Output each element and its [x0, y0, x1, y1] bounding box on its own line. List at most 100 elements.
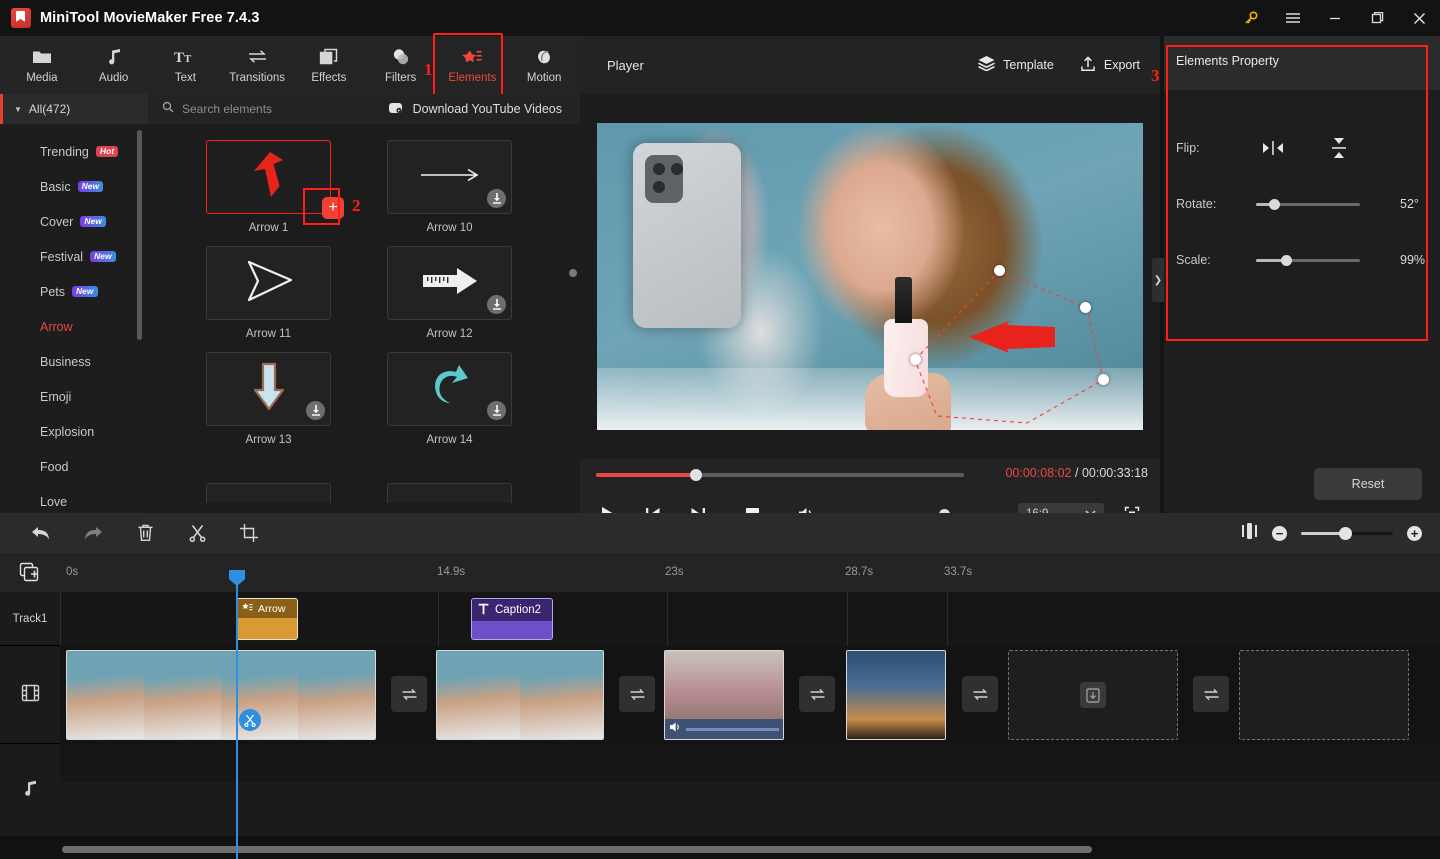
timeline-clip-arrow[interactable]: Arrow	[236, 598, 298, 640]
tab-effects[interactable]: Effects	[293, 38, 365, 92]
audio-track-header[interactable]	[0, 744, 60, 836]
transition-button[interactable]	[1193, 676, 1229, 712]
track1-header[interactable]: Track1	[0, 592, 60, 646]
element-thumbnail[interactable]	[387, 246, 512, 320]
redo-button[interactable]	[78, 518, 108, 548]
tab-elements[interactable]: Elements	[437, 38, 509, 92]
fit-timeline-icon[interactable]	[1241, 522, 1258, 544]
elements-scrollbar[interactable]	[569, 269, 577, 277]
selection-handle[interactable]	[1098, 374, 1109, 385]
element-thumbnail[interactable]	[206, 246, 331, 320]
undo-button[interactable]	[26, 518, 56, 548]
scale-slider-handle[interactable]	[1281, 254, 1292, 266]
minimize-icon[interactable]	[1314, 0, 1356, 36]
timeline-zoom-handle[interactable]	[1339, 526, 1352, 540]
video-preview[interactable]	[597, 123, 1143, 430]
category-item-explosion[interactable]: Explosion	[0, 414, 148, 449]
category-item-emoji[interactable]: Emoji	[0, 379, 148, 414]
media-placeholder[interactable]	[1008, 650, 1178, 740]
element-card-arrow-1[interactable]: + Arrow 1	[206, 140, 344, 234]
flip-vertical-icon[interactable]	[1328, 137, 1350, 159]
video-clip[interactable]	[664, 650, 784, 740]
element-thumbnail[interactable]	[387, 140, 512, 214]
element-thumbnail[interactable]	[206, 352, 331, 426]
hamburger-menu-icon[interactable]	[1272, 0, 1314, 36]
close-icon[interactable]	[1398, 0, 1440, 36]
maximize-icon[interactable]	[1356, 0, 1398, 36]
category-item-food[interactable]: Food	[0, 449, 148, 484]
category-item-business[interactable]: Business	[0, 344, 148, 379]
tab-audio[interactable]: Audio	[78, 38, 150, 92]
player-seek-bar[interactable]	[596, 469, 964, 481]
export-button[interactable]: Export	[1080, 55, 1140, 75]
download-element-button[interactable]	[306, 401, 325, 420]
reset-button[interactable]: Reset	[1314, 468, 1422, 500]
element-thumbnail[interactable]: +	[206, 140, 344, 219]
element-card-arrow-13[interactable]: Arrow 13	[206, 352, 331, 446]
audio-lane-lower[interactable]	[60, 782, 1440, 836]
transition-button[interactable]	[962, 676, 998, 712]
category-item-basic[interactable]: Basic New	[0, 169, 148, 204]
minus-icon[interactable]: −	[1272, 525, 1287, 541]
timeline-ruler[interactable]: 0s 14.9s 23s 28.7s 33.7s	[0, 553, 1440, 592]
timeline-zoom-slider[interactable]	[1301, 526, 1393, 540]
overlay-lane[interactable]: Arrow Caption2	[60, 592, 1440, 646]
download-element-button[interactable]	[487, 295, 506, 314]
element-card-arrow-14[interactable]: Arrow 14	[387, 352, 512, 446]
video-clip[interactable]	[66, 650, 376, 740]
timeline-horizontal-scrollbar[interactable]	[62, 846, 1092, 853]
rotate-slider-handle[interactable]	[1269, 198, 1280, 210]
category-scrollbar[interactable]	[137, 130, 142, 340]
tab-transitions[interactable]: Transitions	[221, 38, 293, 92]
element-card-arrow-11[interactable]: Arrow 11	[206, 246, 331, 340]
crop-button[interactable]	[234, 518, 264, 548]
add-track-icon[interactable]	[19, 562, 39, 587]
category-item-trending[interactable]: Trending Hot	[0, 134, 148, 169]
category-item-arrow[interactable]: Arrow	[0, 309, 148, 344]
media-placeholder[interactable]	[1239, 650, 1409, 740]
key-icon[interactable]	[1230, 0, 1272, 36]
download-element-button[interactable]	[487, 401, 506, 420]
video-clip[interactable]	[436, 650, 604, 740]
download-youtube-button[interactable]: Download YouTube Videos	[388, 102, 562, 117]
flip-horizontal-icon[interactable]	[1262, 137, 1284, 159]
video-clip[interactable]	[846, 650, 946, 740]
split-marker-icon[interactable]	[239, 709, 261, 731]
chevron-right-icon[interactable]: ❯	[1152, 258, 1164, 302]
tab-text[interactable]: TT Text	[150, 38, 222, 92]
element-card-arrow-10[interactable]: Arrow 10	[387, 140, 512, 234]
plus-icon[interactable]: +	[1407, 525, 1422, 541]
category-item-cover[interactable]: Cover New	[0, 204, 148, 239]
split-button[interactable]	[182, 518, 212, 548]
scale-slider[interactable]	[1256, 254, 1360, 266]
category-item-pets[interactable]: Pets New	[0, 274, 148, 309]
tab-media[interactable]: Media	[6, 38, 78, 92]
add-element-button[interactable]: +	[322, 197, 344, 219]
selection-handle[interactable]	[994, 265, 1005, 276]
timeline-playhead[interactable]	[229, 570, 245, 859]
video-track-header[interactable]	[0, 646, 60, 744]
element-thumbnail[interactable]	[387, 352, 512, 426]
delete-button[interactable]	[130, 518, 160, 548]
rotate-slider[interactable]	[1256, 198, 1360, 210]
element-thumbnail-partial[interactable]	[206, 483, 331, 503]
transition-button[interactable]	[391, 676, 427, 712]
search-input[interactable]: Search elements	[182, 102, 272, 116]
selection-handle[interactable]	[910, 354, 921, 365]
transition-button[interactable]	[799, 676, 835, 712]
download-element-button[interactable]	[487, 189, 506, 208]
audio-lane-upper[interactable]	[60, 744, 1440, 782]
selection-handle[interactable]	[1080, 302, 1091, 313]
video-lane[interactable]	[60, 646, 1440, 744]
element-card-arrow-12[interactable]: Arrow 12	[387, 246, 512, 340]
transition-button[interactable]	[619, 676, 655, 712]
element-thumbnail-partial[interactable]	[387, 483, 512, 503]
template-button[interactable]: Template	[978, 56, 1054, 74]
category-all[interactable]: ▼ All(472)	[0, 94, 148, 124]
category-item-festival[interactable]: Festival New	[0, 239, 148, 274]
player-seek-handle[interactable]	[690, 469, 702, 481]
tab-text-label: Text	[174, 71, 196, 84]
timeline-clip-caption2[interactable]: Caption2	[471, 598, 553, 640]
badge-hot: Hot	[95, 145, 119, 158]
tab-motion[interactable]: Motion	[508, 38, 580, 92]
